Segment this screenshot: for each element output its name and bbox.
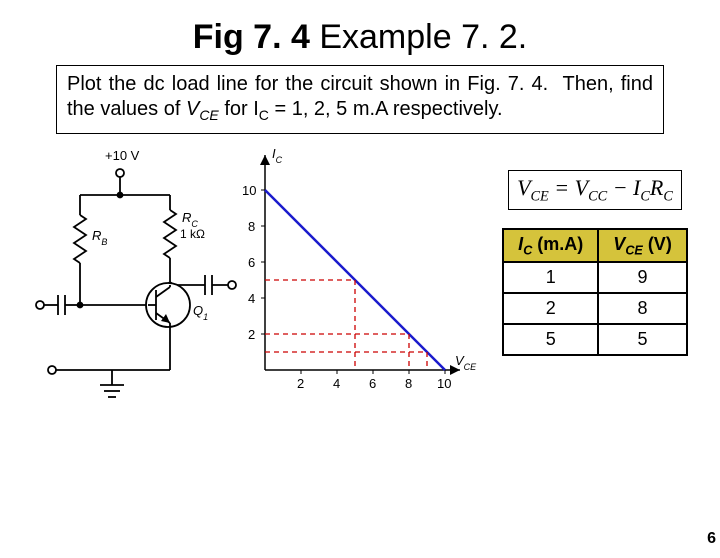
page-number: 6	[707, 530, 716, 548]
table-row: 55	[503, 324, 687, 355]
svg-text:VCE: VCE	[455, 353, 477, 372]
svg-text:2: 2	[248, 327, 255, 342]
svg-text:2: 2	[297, 376, 304, 391]
equation-box: VCE = VCC − ICRC	[508, 170, 682, 210]
svg-text:Q1: Q1	[193, 303, 208, 322]
svg-text:6: 6	[248, 255, 255, 270]
load-line-plot: IC VCE 2 4 6 8 10 2 4 6 8 10	[230, 140, 480, 410]
problem-statement: Plot the dc load line for the circuit sh…	[56, 65, 664, 134]
circuit-schematic: +10 V RC 1 kΩ	[30, 140, 240, 430]
svg-text:8: 8	[405, 376, 412, 391]
result-table: IC (m.A) VCE (V) 19 28 55	[502, 228, 688, 357]
svg-text:8: 8	[248, 219, 255, 234]
table-row: 28	[503, 293, 687, 324]
svg-text:IC: IC	[272, 146, 283, 165]
svg-text:1 kΩ: 1 kΩ	[180, 227, 205, 241]
svg-text:4: 4	[333, 376, 340, 391]
svg-text:RB: RB	[92, 228, 107, 247]
page-title: Fig 7. 4 Example 7. 2.	[0, 18, 720, 57]
svg-text:10: 10	[437, 376, 451, 391]
svg-text:6: 6	[369, 376, 376, 391]
problem-text: Plot the dc load line for the circuit sh…	[67, 73, 653, 120]
svg-text:+10 V: +10 V	[105, 148, 140, 163]
svg-text:10: 10	[242, 183, 256, 198]
table-row: 19	[503, 262, 687, 293]
table-header: IC (m.A) VCE (V)	[503, 229, 687, 263]
svg-text:4: 4	[248, 291, 255, 306]
